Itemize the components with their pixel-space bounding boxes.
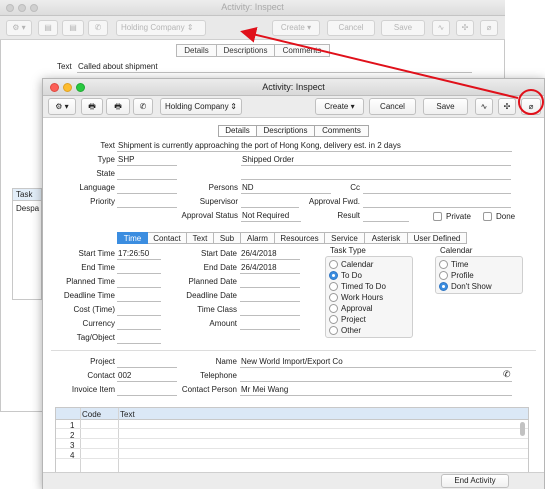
annotation-arrow-line	[240, 27, 519, 99]
annotation-arrow	[240, 27, 519, 99]
annotation-circle	[518, 89, 544, 115]
